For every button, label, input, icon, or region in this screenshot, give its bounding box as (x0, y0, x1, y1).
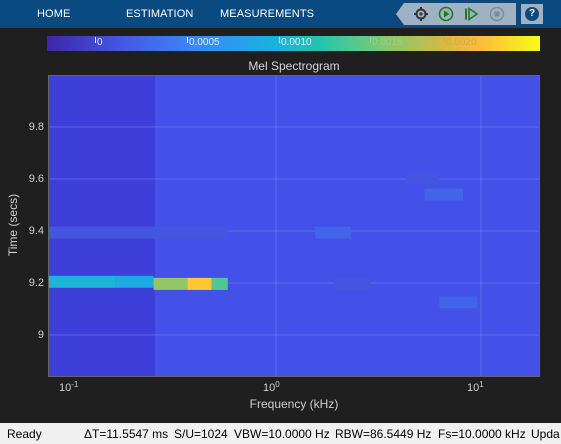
low-frequency-band (49, 76, 155, 376)
spectrogram-cell (211, 277, 228, 290)
help-button[interactable]: ? (521, 4, 543, 24)
y-tick-label: 9.6 (28, 173, 44, 185)
x-tick-label: 101 (467, 380, 484, 394)
run-icon[interactable] (437, 5, 455, 23)
status-update: Upda (531, 427, 560, 441)
status-rbw: RBW=86.5449 Hz (335, 427, 432, 441)
settings-icon[interactable] (412, 5, 430, 23)
spectrogram-canvas (49, 76, 539, 376)
y-axis-label: Time (secs) (6, 193, 20, 257)
colorbar-tick: 0.0010 (279, 37, 312, 48)
status-vbw: VBW=10.0000 Hz (234, 427, 330, 441)
spectrogram-cell (439, 296, 478, 309)
x-tick-label: 100 (263, 380, 280, 394)
colorbar-tick: 0.0020 (444, 37, 477, 48)
spectrogram-cell (49, 275, 116, 288)
tab-estimation[interactable]: ESTIMATION (126, 0, 193, 28)
status-fs: Fs=10.0000 kHz (438, 427, 526, 441)
spectrogram-cell (187, 277, 212, 290)
status-samples-per-update: S/U=1024 (174, 427, 228, 441)
status-ready: Ready (7, 427, 42, 441)
help-icon: ? (525, 7, 539, 21)
spectrogram-cell (49, 226, 228, 239)
y-tick-label: 9 (37, 329, 44, 341)
spectrogram-cell (424, 188, 463, 201)
spectrogram-cell (314, 226, 351, 239)
colorbar-tick: 0 (95, 37, 103, 48)
tab-measurements[interactable]: MEASUREMENTS (220, 0, 314, 28)
x-tick-label: 10-1 (59, 380, 79, 394)
spectrogram-cell (153, 277, 188, 290)
spectrogram-plot[interactable] (48, 75, 540, 377)
colorbar-tick: 0.0005 (187, 37, 220, 48)
y-tick-label: 9.8 (28, 121, 44, 133)
plot-title: Mel Spectrogram (248, 59, 340, 73)
status-delta-t: ΔT=11.5547 ms (84, 427, 169, 441)
spectrogram-cell (406, 172, 440, 185)
spectrogram-cell (334, 277, 371, 290)
toolbar: HOME ESTIMATION MEASUREMENTS ? (0, 0, 561, 28)
colorbar-tick: 0.0015 (370, 37, 403, 48)
stop-icon[interactable] (488, 5, 506, 23)
spectrogram-cell (115, 275, 154, 288)
colorbar: 0 0.0005 0.0010 0.0015 0.0020 (47, 36, 540, 51)
y-tick-label: 9.2 (28, 277, 44, 289)
x-axis-label: Frequency (kHz) (249, 397, 339, 411)
status-bar: Ready ΔT=11.5547 ms S/U=1024 VBW=10.0000… (0, 423, 561, 444)
tab-home[interactable]: HOME (37, 0, 70, 28)
step-forward-icon[interactable] (462, 5, 480, 23)
